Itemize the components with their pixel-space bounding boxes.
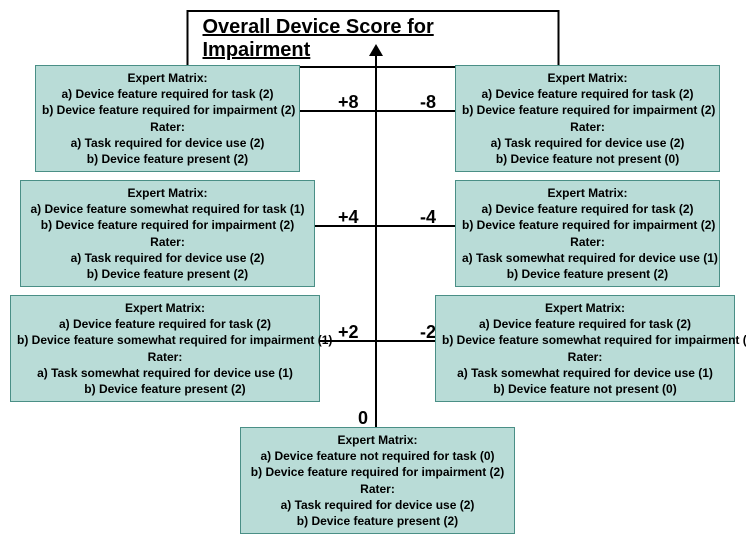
vertical-axis [375,50,377,430]
expert-header: Expert Matrix: [42,70,293,86]
em-a: a) Device feature required for task (2) [462,86,713,102]
score-plus-8: +8 [338,92,359,113]
score-plus-2: +2 [338,322,359,343]
rater-header: Rater: [442,349,728,365]
em-b: b) Device feature required for impairmen… [42,102,293,118]
expert-header: Expert Matrix: [462,70,713,86]
r-a: a) Task required for device use (2) [462,135,713,151]
rater-header: Rater: [462,119,713,135]
r-b: b) Device feature not present (0) [462,151,713,167]
em-b: b) Device feature required for impairmen… [462,217,713,233]
diagram-title: Overall Device Score for Impairment [187,10,560,68]
expert-header: Expert Matrix: [442,300,728,316]
em-a: a) Device feature required for task (2) [42,86,293,102]
score-plus-4: +4 [338,207,359,228]
score-zero: 0 [358,408,368,429]
rater-header: Rater: [27,234,308,250]
r-b: b) Device feature present (2) [462,266,713,282]
box-plus-2: Expert Matrix: a) Device feature require… [10,295,320,402]
em-a: a) Device feature required for task (2) [17,316,313,332]
expert-header: Expert Matrix: [462,185,713,201]
r-b: b) Device feature not present (0) [442,381,728,397]
arrow-up-icon [369,44,383,56]
r-b: b) Device feature present (2) [17,381,313,397]
score-minus-8: -8 [420,92,436,113]
rater-header: Rater: [17,349,313,365]
r-a: a) Task required for device use (2) [42,135,293,151]
expert-header: Expert Matrix: [247,432,508,448]
em-a: a) Device feature not required for task … [247,448,508,464]
em-b: b) Device feature required for impairmen… [27,217,308,233]
r-b: b) Device feature present (2) [42,151,293,167]
r-a: a) Task somewhat required for device use… [442,365,728,381]
box-minus-4: Expert Matrix: a) Device feature require… [455,180,720,287]
expert-header: Expert Matrix: [17,300,313,316]
box-zero: Expert Matrix: a) Device feature not req… [240,427,515,534]
score-minus-4: -4 [420,207,436,228]
rater-header: Rater: [247,481,508,497]
em-a: a) Device feature required for task (2) [442,316,728,332]
box-plus-4: Expert Matrix: a) Device feature somewha… [20,180,315,287]
r-b: b) Device feature present (2) [247,513,508,529]
r-b: b) Device feature present (2) [27,266,308,282]
box-plus-8: Expert Matrix: a) Device feature require… [35,65,300,172]
score-minus-2: -2 [420,322,436,343]
em-a: a) Device feature somewhat required for … [27,201,308,217]
rater-header: Rater: [462,234,713,250]
em-b: b) Device feature required for impairmen… [462,102,713,118]
em-b: b) Device feature required for impairmen… [247,464,508,480]
em-a: a) Device feature required for task (2) [462,201,713,217]
r-a: a) Task somewhat required for device use… [17,365,313,381]
r-a: a) Task required for device use (2) [247,497,508,513]
em-b: b) Device feature somewhat required for … [442,332,728,348]
r-a: a) Task somewhat required for device use… [462,250,713,266]
box-minus-2: Expert Matrix: a) Device feature require… [435,295,735,402]
r-a: a) Task required for device use (2) [27,250,308,266]
expert-header: Expert Matrix: [27,185,308,201]
box-minus-8: Expert Matrix: a) Device feature require… [455,65,720,172]
em-b: b) Device feature somewhat required for … [17,332,313,348]
rater-header: Rater: [42,119,293,135]
